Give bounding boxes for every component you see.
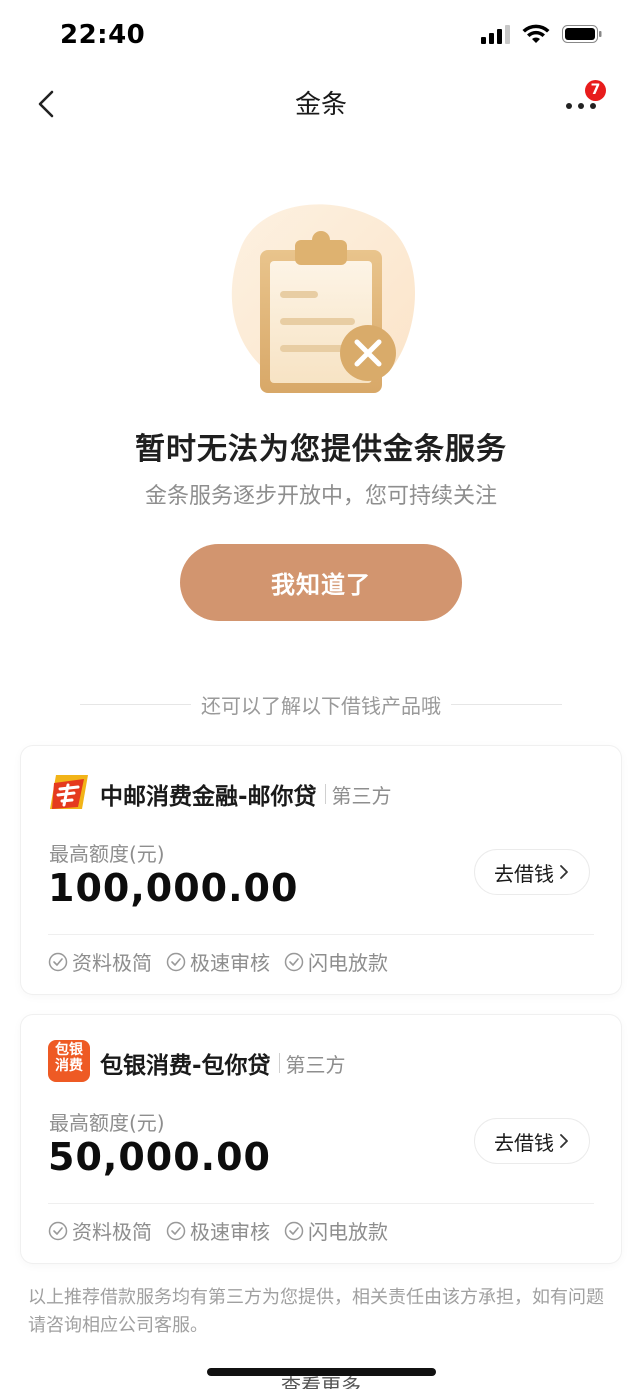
section-divider: 还可以了解以下借钱产品哦 [80, 690, 562, 718]
product-name-row: 包银消费-包你贷 第三方 [100, 1046, 346, 1080]
chevron-right-icon [560, 865, 568, 879]
feature-label: 闪电放款 [308, 1220, 388, 1244]
wifi-icon [522, 24, 550, 43]
tag-separator [324, 784, 326, 804]
limit-label: 最高额度(元) [49, 1111, 165, 1135]
borrow-button[interactable]: 去借钱 [474, 1118, 590, 1164]
borrow-button[interactable]: 去借钱 [474, 849, 590, 895]
clipboard-icon [231, 204, 415, 393]
feature-label: 极速审核 [190, 951, 270, 975]
check-circle-icon [48, 1221, 68, 1240]
home-indicator[interactable] [207, 1368, 436, 1376]
post-finance-logo [48, 771, 90, 813]
product-name-row: 中邮消费金融-邮你贷 第三方 [100, 777, 392, 811]
page-title: 金条 [294, 90, 347, 120]
feature-item: 极速审核 [166, 947, 270, 976]
card-divider [48, 934, 594, 935]
chevron-right-icon [560, 1134, 568, 1148]
divider-line-right [451, 703, 562, 705]
clipboard-error-illustration [215, 195, 425, 405]
product-name: 包银消费-包你贷 [100, 1053, 271, 1079]
check-circle-icon [284, 952, 304, 971]
card-divider [48, 1203, 594, 1204]
battery-icon [562, 25, 602, 43]
feature-list: 资料极简 极速审核 闪电放款 [48, 947, 388, 976]
feature-item: 极速审核 [166, 1216, 270, 1245]
hero-title: 暂时无法为您提供金条服务 [135, 432, 507, 467]
third-party-tag: 第三方 [331, 783, 392, 808]
divider-line-left [80, 703, 191, 705]
feature-item: 闪电放款 [284, 1216, 388, 1245]
limit-amount: 50,000.00 [48, 1135, 271, 1179]
postal-logo-icon [50, 775, 88, 809]
limit-amount: 100,000.00 [48, 866, 299, 910]
logo-text-bottom: 消费 [55, 1058, 83, 1074]
signal-icon [481, 25, 510, 44]
product-name: 中邮消费金融-邮你贷 [100, 784, 317, 810]
baoyin-logo: 包银 消费 [48, 1040, 90, 1082]
status-time: 22:40 [60, 20, 146, 50]
status-icons [480, 24, 602, 44]
borrow-button-label: 去借钱 [494, 861, 554, 886]
check-circle-icon [284, 1221, 304, 1240]
section-divider-text: 还可以了解以下借钱产品哦 [201, 693, 441, 718]
hero-subtitle: 金条服务逐步开放中，您可持续关注 [144, 484, 497, 509]
check-circle-icon [166, 952, 186, 971]
see-more-label: 查看更多 [281, 1374, 361, 1389]
feature-label: 极速审核 [190, 1220, 270, 1244]
feature-item: 闪电放款 [284, 947, 388, 976]
feature-label: 资料极简 [72, 1220, 152, 1244]
feature-item: 资料极简 [48, 1216, 152, 1245]
logo-text-top: 包银 [55, 1042, 83, 1058]
feature-item: 资料极简 [48, 947, 152, 976]
third-party-tag: 第三方 [285, 1052, 346, 1077]
feature-list: 资料极简 极速审核 闪电放款 [48, 1216, 388, 1245]
feature-label: 资料极简 [72, 951, 152, 975]
feature-label: 闪电放款 [308, 951, 388, 975]
acknowledge-button[interactable]: 我知道了 [180, 544, 462, 621]
disclaimer-text: 以上推荐借款服务均有第三方为您提供，相关责任由该方承担，如有问题请咨询相应公司客… [28, 1287, 604, 1336]
product-card[interactable]: 包银 消费 包银消费-包你贷 第三方 最高额度(元) 50,000.00 去借钱… [21, 1015, 621, 1263]
notification-badge: 7 [585, 80, 606, 101]
check-circle-icon [48, 952, 68, 971]
borrow-button-label: 去借钱 [494, 1130, 554, 1155]
product-card[interactable]: 中邮消费金融-邮你贷 第三方 最高额度(元) 100,000.00 去借钱 资料… [21, 746, 621, 994]
check-circle-icon [166, 1221, 186, 1240]
limit-label: 最高额度(元) [49, 842, 165, 866]
tag-separator [278, 1053, 280, 1073]
